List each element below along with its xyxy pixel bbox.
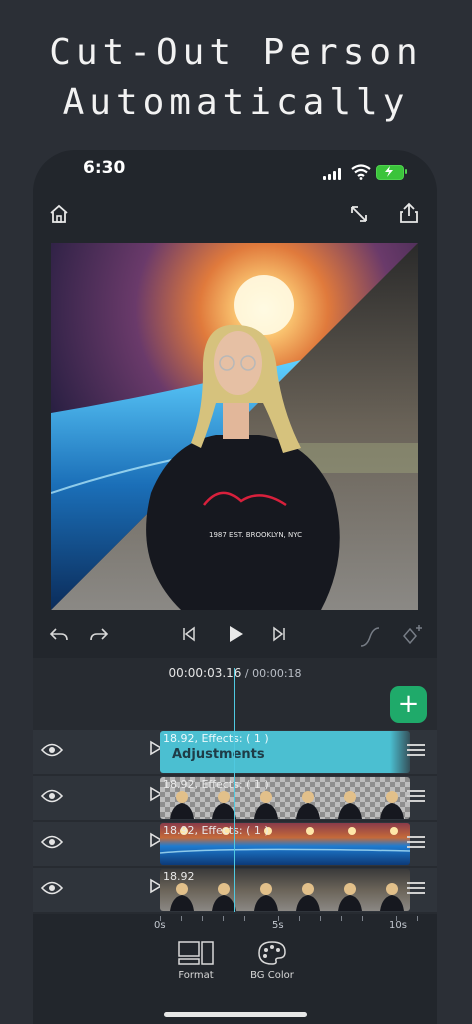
- format-button[interactable]: Format: [156, 940, 236, 981]
- playhead[interactable]: [234, 668, 235, 912]
- skip-forward-icon[interactable]: [271, 626, 287, 642]
- bg-color-label: BG Color: [250, 970, 294, 981]
- total-time: 00:00:18: [252, 667, 302, 680]
- space-background-clip[interactable]: 18.92, Effects: ( 1 ): [160, 823, 410, 865]
- promo-headline: Cut-Out Person Automatically: [0, 28, 472, 128]
- track-row: 18.92, Effects: ( 1 ) Adjustments: [33, 730, 437, 774]
- curve-icon[interactable]: [359, 626, 381, 648]
- play-icon[interactable]: [227, 624, 245, 644]
- phone-frame: 6:30 1987 EST. BROOKLYN, NYC 00:00:03.16…: [33, 150, 437, 1024]
- home-icon[interactable]: [49, 204, 69, 224]
- visibility-eye-icon[interactable]: [41, 742, 63, 758]
- status-bar: 6:30: [33, 150, 437, 196]
- visibility-eye-icon[interactable]: [41, 834, 63, 850]
- skip-back-icon[interactable]: [181, 626, 197, 642]
- clip-info-label: 18.92, Effects: ( 1 ): [163, 778, 269, 791]
- format-icon: [178, 941, 214, 965]
- drag-handle-icon[interactable]: [407, 744, 425, 759]
- timecode-display: 00:00:03.16 / 00:00:18: [33, 666, 437, 680]
- palette-icon: [258, 941, 286, 965]
- format-label: Format: [178, 970, 214, 981]
- redo-icon[interactable]: [89, 626, 109, 644]
- track-row: 18.92, Effects: ( 1 ): [33, 822, 437, 866]
- home-indicator[interactable]: [164, 1012, 307, 1017]
- cutout-person-clip[interactable]: 18.92, Effects: ( 1 ): [160, 777, 410, 819]
- current-time: 00:00:03.16: [168, 666, 242, 680]
- add-track-button[interactable]: +: [390, 686, 427, 723]
- timeline-panel[interactable]: 00:00:03.16 / 00:00:18 + 18.92, Effects:…: [33, 658, 437, 936]
- adjustments-clip[interactable]: 18.92, Effects: ( 1 ) Adjustments: [160, 731, 410, 773]
- preview-composite-image: 1987 EST. BROOKLYN, NYC: [51, 243, 418, 610]
- bg-color-button[interactable]: BG Color: [232, 940, 312, 981]
- clip-info-label: 18.92: [163, 870, 195, 883]
- undo-icon[interactable]: [49, 626, 69, 644]
- track-row: 18.92: [33, 868, 437, 912]
- clip-title: Adjustments: [172, 747, 265, 762]
- share-icon[interactable]: [399, 202, 419, 224]
- time-separator: /: [241, 667, 253, 680]
- keyframe-icon[interactable]: [401, 623, 425, 647]
- svg-text:1987 EST. BROOKLYN, NYC: 1987 EST. BROOKLYN, NYC: [209, 531, 302, 539]
- clip-info-label: 18.92, Effects: ( 1 ): [163, 732, 269, 745]
- video-preview[interactable]: 1987 EST. BROOKLYN, NYC: [51, 243, 418, 610]
- playback-controls: [33, 620, 437, 658]
- wifi-icon: [351, 164, 371, 180]
- cellular-signal-icon: [323, 168, 343, 180]
- status-time: 6:30: [83, 158, 126, 178]
- original-video-clip[interactable]: 18.92: [160, 869, 410, 911]
- battery-charging-icon: [376, 165, 407, 180]
- drag-handle-icon[interactable]: [407, 836, 425, 851]
- drag-handle-icon[interactable]: [407, 882, 425, 897]
- headline-line-2: Automatically: [62, 82, 410, 123]
- clip-info-label: 18.92, Effects: ( 1 ): [163, 824, 269, 837]
- drag-handle-icon[interactable]: [407, 790, 425, 805]
- resize-icon[interactable]: [349, 204, 369, 224]
- visibility-eye-icon[interactable]: [41, 880, 63, 896]
- bottom-toolbar: Format BG Color: [33, 928, 437, 1024]
- clip-thumbnails: [170, 883, 404, 911]
- headline-line-1: Cut-Out Person: [49, 32, 423, 73]
- visibility-eye-icon[interactable]: [41, 788, 63, 804]
- track-row: 18.92, Effects: ( 1 ): [33, 776, 437, 820]
